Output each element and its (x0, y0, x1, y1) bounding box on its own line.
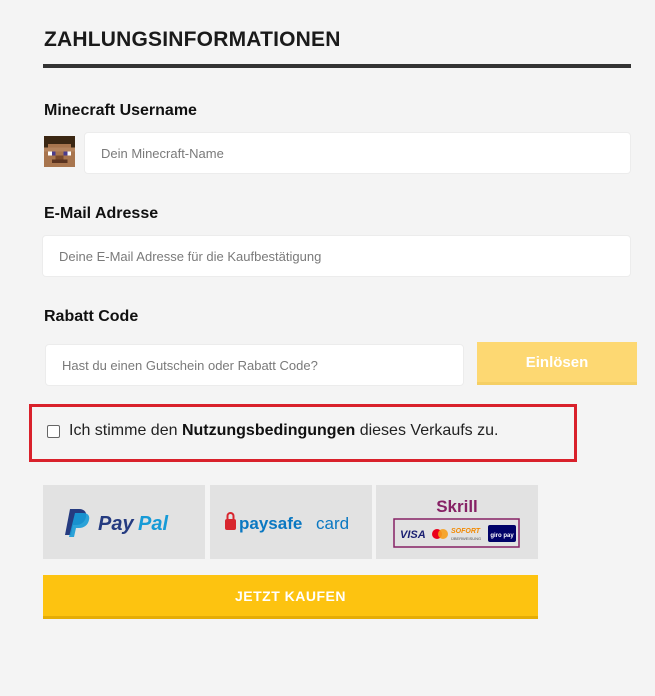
email-label: E-Mail Adresse (44, 205, 159, 222)
skrill-text: Skrill (436, 497, 478, 516)
ueberweisung-text: ÜBERWEISUNG (451, 536, 481, 541)
paypal-logo-icon: Pay Pal (65, 509, 168, 537)
username-input[interactable]: Dein Minecraft-Name (85, 133, 630, 173)
minecraft-avatar-icon (44, 136, 75, 167)
buy-now-button[interactable]: JETZT KAUFEN (43, 575, 538, 619)
visa-text: VISA (400, 529, 426, 541)
page-title: ZAHLUNGSINFORMATIONEN (44, 28, 341, 51)
terms-suffix: dieses Verkaufs zu. (359, 422, 499, 439)
payment-paysafecard[interactable]: paysafe card (210, 485, 372, 559)
redeem-button[interactable]: Einlösen (477, 342, 637, 385)
payment-paypal[interactable]: Pay Pal (43, 485, 205, 559)
payment-skrill[interactable]: Skrill VISA SOFORT ÜBERWEISUNG giro pay (376, 485, 538, 559)
terms-row[interactable]: Ich stimme den Nutzungsbedingungen diese… (47, 422, 498, 440)
paysafecard-text-a: paysafe (239, 514, 302, 533)
paypal-text-b: Pal (138, 513, 168, 535)
paypal-text-a: Pay (98, 513, 134, 535)
giropay-text: giro pay (490, 533, 514, 539)
email-input[interactable]: Deine E-Mail Adresse für die Kaufbestäti… (43, 236, 630, 276)
skrill-logo-icon: Skrill VISA SOFORT ÜBERWEISUNG giro pay (393, 497, 520, 548)
paysafecard-text-b: card (316, 514, 349, 533)
paysafecard-logo-icon: paysafe card (225, 512, 349, 533)
username-label: Minecraft Username (44, 102, 197, 119)
coupon-input[interactable]: Hast du einen Gutschein oder Rabatt Code… (46, 345, 463, 385)
terms-prefix: Ich stimme den (69, 422, 178, 439)
terms-link[interactable]: Nutzungsbedingungen (182, 422, 355, 440)
title-divider (43, 64, 631, 68)
coupon-label: Rabatt Code (44, 308, 139, 325)
terms-checkbox[interactable] (47, 424, 60, 438)
sofort-text: SOFORT (451, 528, 481, 535)
